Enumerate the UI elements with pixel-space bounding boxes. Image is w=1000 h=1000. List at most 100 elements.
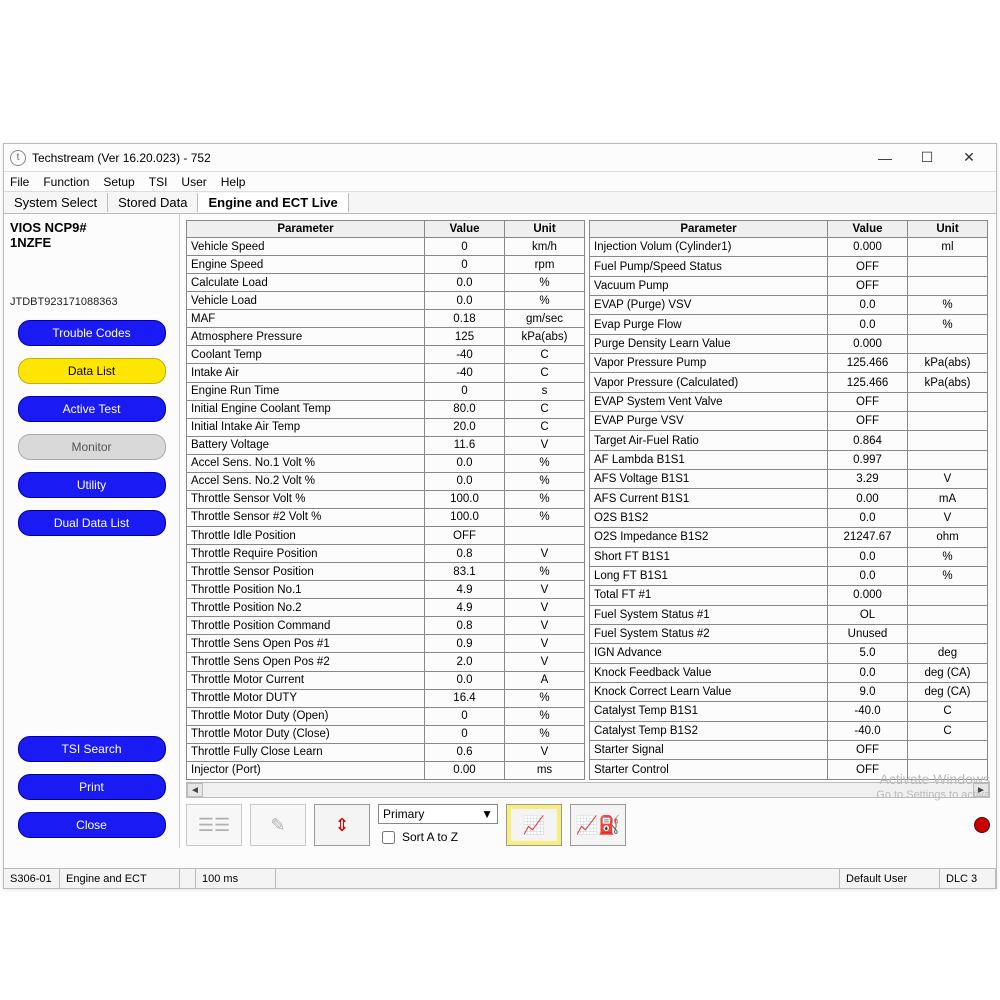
table-row[interactable]: Throttle Require Position0.8V [187, 545, 585, 563]
sort-checkbox[interactable]: Sort A to Z [378, 828, 498, 847]
table-row[interactable]: AFS Current B1S10.00mA [590, 489, 988, 508]
table-row[interactable]: Knock Feedback Value0.0deg (CA) [590, 663, 988, 682]
maximize-button[interactable]: ☐ [906, 146, 948, 170]
table-row[interactable]: Initial Engine Coolant Temp80.0C [187, 400, 585, 418]
table-row[interactable]: MAF0.18gm/sec [187, 310, 585, 328]
tab-stored-data[interactable]: Stored Data [108, 193, 198, 212]
table-row[interactable]: Fuel Pump/Speed StatusOFF [590, 257, 988, 276]
table-row[interactable]: Engine Speed0rpm [187, 256, 585, 274]
nav-tsi-search[interactable]: TSI Search [18, 736, 166, 762]
table-row[interactable]: AF Lambda B1S10.997 [590, 450, 988, 469]
table-row[interactable]: Throttle Sensor Volt %100.0% [187, 490, 585, 508]
cell-value: OFF [425, 527, 505, 545]
toolbtn-expand[interactable]: ⇕ [314, 804, 370, 846]
tab-system-select[interactable]: System Select [4, 193, 108, 212]
table-row[interactable]: Purge Density Learn Value0.000 [590, 334, 988, 353]
table-row[interactable]: Throttle Idle PositionOFF [187, 527, 585, 545]
table-row[interactable]: Battery Voltage11.6V [187, 436, 585, 454]
table-row[interactable]: IGN Advance5.0deg [590, 644, 988, 663]
table-row[interactable]: Throttle Motor Duty (Open)0% [187, 707, 585, 725]
menu-user[interactable]: User [181, 175, 206, 189]
table-row[interactable]: Vapor Pressure (Calculated)125.466kPa(ab… [590, 373, 988, 392]
table-row[interactable]: Vehicle Speed0km/h [187, 238, 585, 256]
col-parameter[interactable]: Parameter [187, 221, 425, 238]
table-row[interactable]: Initial Intake Air Temp20.0C [187, 418, 585, 436]
table-row[interactable]: Throttle Position No.14.9V [187, 581, 585, 599]
table-row[interactable]: Total FT #10.000 [590, 586, 988, 605]
nav-close[interactable]: Close [18, 812, 166, 838]
table-row[interactable]: Throttle Sens Open Pos #22.0V [187, 653, 585, 671]
table-row[interactable]: Atmosphere Pressure125kPa(abs) [187, 328, 585, 346]
table-row[interactable]: Intake Air-40C [187, 364, 585, 382]
cell-unit: % [908, 566, 988, 585]
nav-active-test[interactable]: Active Test [18, 396, 166, 422]
nav-data-list[interactable]: Data List [18, 358, 166, 384]
table-row[interactable]: Catalyst Temp B1S1-40.0C [590, 702, 988, 721]
menu-file[interactable]: File [10, 175, 29, 189]
table-row[interactable]: Vehicle Load0.0% [187, 292, 585, 310]
col-unit[interactable]: Unit [908, 221, 988, 238]
table-row[interactable]: Throttle Motor Current0.0A [187, 671, 585, 689]
table-row[interactable]: Throttle Fully Close Learn0.6V [187, 743, 585, 761]
table-row[interactable]: Accel Sens. No.2 Volt %0.0% [187, 472, 585, 490]
table-row[interactable]: EVAP Purge VSVOFF [590, 412, 988, 431]
cell-value: 125.466 [828, 354, 908, 373]
table-row[interactable]: Injector (Port)0.00ms [187, 761, 585, 779]
table-row[interactable]: Throttle Position No.24.9V [187, 599, 585, 617]
sort-checkbox-input[interactable] [382, 831, 395, 844]
table-row[interactable]: O2S Impedance B1S221247.67ohm [590, 528, 988, 547]
table-row[interactable]: EVAP System Vent ValveOFF [590, 392, 988, 411]
table-row[interactable]: Fuel System Status #2Unused [590, 624, 988, 643]
status-interval: 100 ms [196, 869, 276, 888]
table-row[interactable]: Throttle Sensor Position83.1% [187, 563, 585, 581]
table-row[interactable]: O2S B1S20.0V [590, 508, 988, 527]
table-row[interactable]: Short FT B1S10.0% [590, 547, 988, 566]
table-row[interactable]: Long FT B1S10.0% [590, 566, 988, 585]
cell-unit: deg (CA) [908, 682, 988, 701]
col-unit[interactable]: Unit [505, 221, 585, 238]
minimize-button[interactable]: — [864, 146, 906, 170]
menu-tsi[interactable]: TSI [149, 175, 168, 189]
nav-print[interactable]: Print [18, 774, 166, 800]
menu-help[interactable]: Help [221, 175, 246, 189]
view-dropdown[interactable]: Primary ▼ [378, 804, 498, 824]
record-indicator[interactable] [974, 817, 990, 833]
toolbtn-fuel-graph[interactable]: 📈⛽ [570, 804, 626, 846]
nav-trouble-codes[interactable]: Trouble Codes [18, 320, 166, 346]
table-row[interactable]: Throttle Motor DUTY16.4% [187, 689, 585, 707]
table-row[interactable]: Throttle Sens Open Pos #10.9V [187, 635, 585, 653]
table-row[interactable]: EVAP (Purge) VSV0.0% [590, 296, 988, 315]
nav-utility[interactable]: Utility [18, 472, 166, 498]
table-row[interactable]: Starter SignalOFF [590, 740, 988, 759]
table-row[interactable]: Calculate Load0.0% [187, 274, 585, 292]
table-row[interactable]: Knock Correct Learn Value9.0deg (CA) [590, 682, 988, 701]
table-row[interactable]: Engine Run Time0s [187, 382, 585, 400]
close-window-button[interactable]: ✕ [948, 146, 990, 170]
menu-function[interactable]: Function [43, 175, 89, 189]
table-row[interactable]: Vacuum PumpOFF [590, 276, 988, 295]
table-row[interactable]: Fuel System Status #1OL [590, 605, 988, 624]
col-parameter[interactable]: Parameter [590, 221, 828, 238]
table-row[interactable]: Catalyst Temp B1S2-40.0C [590, 721, 988, 740]
table-row[interactable]: Evap Purge Flow0.0% [590, 315, 988, 334]
table-row[interactable]: AFS Voltage B1S13.29V [590, 470, 988, 489]
nav-dual-data-list[interactable]: Dual Data List [18, 510, 166, 536]
col-value[interactable]: Value [425, 221, 505, 238]
table-row[interactable]: Throttle Sensor #2 Volt %100.0% [187, 508, 585, 526]
toolbtn-graph[interactable]: 📈 [506, 804, 562, 846]
table-row[interactable]: Accel Sens. No.1 Volt %0.0% [187, 454, 585, 472]
cell-value: 0 [425, 725, 505, 743]
horizontal-scrollbar[interactable]: ◄ ► [186, 782, 990, 798]
cell-value: 0.0 [828, 315, 908, 334]
table-row[interactable]: Vapor Pressure Pump125.466kPa(abs) [590, 354, 988, 373]
cell-unit: % [505, 472, 585, 490]
table-row[interactable]: Throttle Motor Duty (Close)0% [187, 725, 585, 743]
menu-setup[interactable]: Setup [103, 175, 134, 189]
table-row[interactable]: Injection Volum (Cylinder1)0.000ml [590, 238, 988, 257]
scroll-left-icon[interactable]: ◄ [187, 783, 203, 797]
tab-engine-ect-live[interactable]: Engine and ECT Live [198, 193, 348, 212]
table-row[interactable]: Throttle Position Command0.8V [187, 617, 585, 635]
table-row[interactable]: Coolant Temp-40C [187, 346, 585, 364]
table-row[interactable]: Target Air-Fuel Ratio0.864 [590, 431, 988, 450]
col-value[interactable]: Value [828, 221, 908, 238]
